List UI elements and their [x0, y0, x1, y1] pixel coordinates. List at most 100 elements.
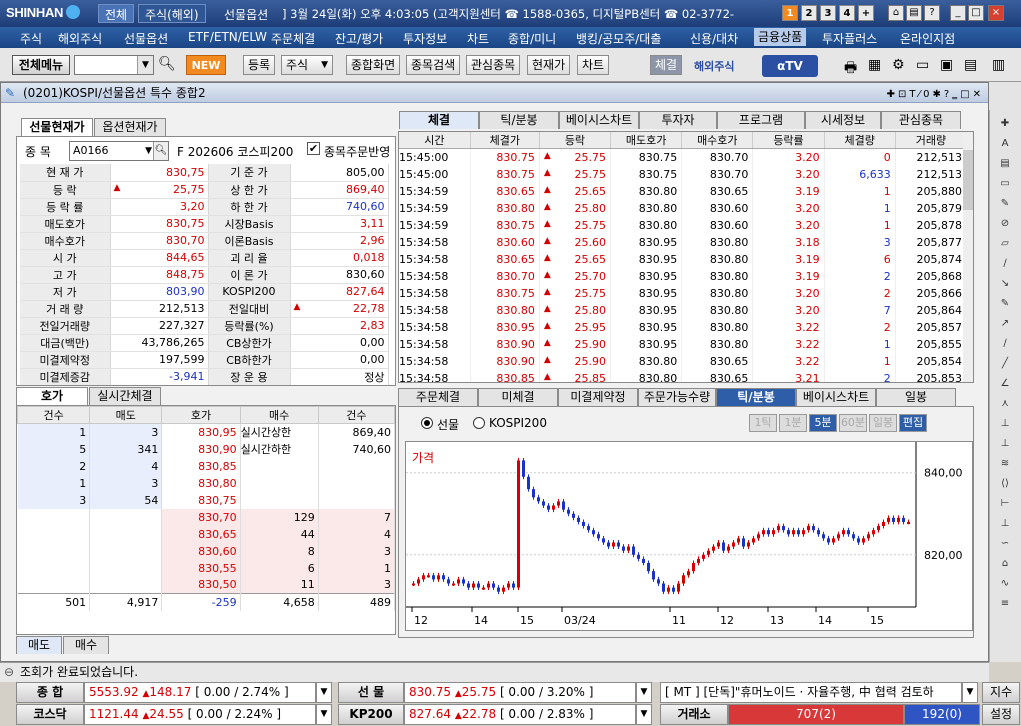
drawing-tool-icon[interactable]: ⋏: [998, 398, 1012, 410]
chart-panel-tab[interactable]: 미결제약정: [558, 388, 638, 406]
period-button[interactable]: 일봉: [869, 414, 897, 432]
scrollbar[interactable]: [963, 132, 973, 382]
drawing-tool-icon[interactable]: ≡: [998, 598, 1012, 610]
menu-etf[interactable]: ETF/ETN/ELW: [188, 30, 267, 44]
trade-tab[interactable]: 시세정보: [805, 111, 881, 129]
title-tab-futures[interactable]: 선물옵션: [224, 6, 268, 23]
chart-button[interactable]: 차트: [577, 55, 610, 75]
tab-futures-price[interactable]: 선물현재가: [21, 118, 93, 136]
dropdown-arrow-icon[interactable]: ▼: [316, 682, 332, 703]
drawing-tool-icon[interactable]: ✎: [998, 198, 1012, 210]
drawing-tool-icon[interactable]: ∕: [998, 258, 1012, 270]
dropdown-arrow-icon[interactable]: ▼: [137, 56, 153, 74]
trade-tab[interactable]: 투자자: [639, 111, 717, 129]
lock-icon[interactable]: ▥: [992, 57, 1005, 73]
window-controls[interactable]: ✚⊡T⁄0✱?‗□✕: [887, 85, 984, 105]
drawing-tool-icon[interactable]: ↘: [998, 278, 1012, 290]
screen-2-button[interactable]: 2: [801, 5, 817, 21]
layout2-icon[interactable]: ▤: [964, 57, 977, 73]
calculator-icon[interactable]: ▦: [868, 57, 881, 73]
screen-number-input[interactable]: ▼: [74, 55, 154, 75]
drawing-tool-icon[interactable]: A: [998, 138, 1012, 150]
chart-panel-tab[interactable]: 베이시스차트: [796, 388, 876, 406]
current-price-button[interactable]: 현재가: [527, 55, 571, 75]
menu-info[interactable]: 투자정보: [403, 30, 447, 47]
title-tab-overseas[interactable]: 주식(해외): [138, 4, 206, 23]
search-icon[interactable]: 🔍︎: [153, 142, 168, 160]
ask-price[interactable]: 830,75: [161, 491, 241, 509]
trade-tab[interactable]: 틱/분봉: [479, 111, 559, 129]
dropdown-arrow-icon[interactable]: ▼: [962, 682, 978, 703]
maximize-icon[interactable]: □: [968, 5, 984, 21]
print-icon[interactable]: ▤: [906, 5, 922, 21]
drawing-tool-icon[interactable]: ⟨⟩: [998, 478, 1012, 490]
stock-select[interactable]: 주식 ▼: [281, 55, 333, 75]
close-icon[interactable]: ×: [988, 5, 1004, 21]
trade-tab[interactable]: 관심종목: [881, 111, 961, 129]
ticker-kosdaq[interactable]: 1121.44 ▲24.55 [ 0.00 / 2.24% ]: [84, 704, 316, 725]
chart-panel-tab[interactable]: 틱/분봉: [716, 388, 796, 406]
trade-tab[interactable]: 프로그램: [717, 111, 805, 129]
stock-search-button[interactable]: 종목검색: [406, 55, 461, 75]
period-button[interactable]: 5분: [809, 414, 837, 432]
drawing-tool-icon[interactable]: ▭: [998, 178, 1012, 190]
settle-button[interactable]: 체결: [650, 55, 683, 75]
gear-icon[interactable]: ⚙: [892, 57, 905, 73]
bid-price[interactable]: 830,50: [161, 576, 241, 594]
period-button[interactable]: 60분: [839, 414, 867, 432]
menu-products[interactable]: 금융상품: [754, 28, 807, 46]
trade-tab[interactable]: 체결: [399, 111, 479, 129]
home-icon[interactable]: ⌂: [888, 5, 904, 21]
radio-futures[interactable]: [421, 417, 433, 429]
menu-online[interactable]: 온라인지점: [900, 30, 955, 47]
title-tab-all[interactable]: 전체: [98, 4, 135, 23]
help-icon[interactable]: ?: [924, 5, 940, 21]
screen-4-button[interactable]: 4: [839, 5, 855, 21]
tab-orderbook[interactable]: 호가: [16, 387, 88, 405]
order-check-checkbox[interactable]: ✔: [307, 142, 320, 155]
menu-overseas[interactable]: 해외주식: [58, 30, 102, 47]
minimize-icon[interactable]: _: [950, 5, 966, 21]
menu-futures[interactable]: 선물옵션: [124, 30, 168, 47]
radio-kospi200[interactable]: [473, 417, 485, 429]
search-icon[interactable]: 🔍︎: [158, 56, 176, 72]
drawing-tool-icon[interactable]: ⊢: [998, 498, 1012, 510]
ask-price[interactable]: 830,95: [161, 423, 241, 441]
menu-chart[interactable]: 차트: [467, 30, 489, 47]
drawing-tool-icon[interactable]: ∕: [998, 338, 1012, 350]
drawing-tool-icon[interactable]: ⊥: [998, 418, 1012, 430]
buy-tab[interactable]: 매수: [63, 636, 109, 654]
menu-credit[interactable]: 신용/대차: [690, 30, 738, 47]
dropdown-arrow-icon[interactable]: ▼: [636, 682, 652, 703]
drawing-tool-icon[interactable]: ∠: [998, 378, 1012, 390]
dropdown-arrow-icon[interactable]: ▼: [636, 704, 652, 725]
drawing-tool-icon[interactable]: ⊥: [998, 438, 1012, 450]
drawing-tool-icon[interactable]: ≋: [998, 458, 1012, 470]
menu-stock[interactable]: 주식: [20, 30, 42, 47]
tv-button[interactable]: ⍺TV: [762, 55, 818, 77]
drawing-tool-icon[interactable]: ↗: [998, 318, 1012, 330]
period-button[interactable]: 1틱: [749, 414, 777, 432]
bid-price[interactable]: 830,70: [161, 508, 241, 526]
news-ticker[interactable]: [ MT ] [단독]"휴머노이드 · 자율주행, 中 협력 검토하: [660, 682, 962, 703]
all-menu-button[interactable]: 전체메뉴: [12, 55, 70, 75]
code-input[interactable]: A0166 ▼ 🔍︎: [69, 141, 169, 161]
menu-banking[interactable]: 뱅킹/공모주/대출: [576, 30, 661, 47]
screen-3-button[interactable]: 3: [820, 5, 836, 21]
dropdown-arrow-icon[interactable]: ▼: [145, 142, 152, 160]
chart-panel-tab[interactable]: 미체결: [478, 388, 558, 406]
menu-plus[interactable]: 투자플러스: [822, 30, 877, 47]
overview-button[interactable]: 종합화면: [346, 55, 401, 75]
drawing-tool-icon[interactable]: ✎: [998, 298, 1012, 310]
ask-price[interactable]: 830,85: [161, 457, 241, 475]
index-button[interactable]: 지수: [982, 682, 1020, 703]
watchlist-button[interactable]: 관심종목: [466, 55, 521, 75]
ticker-kp200[interactable]: 827.64 ▲22.78 [ 0.00 / 2.83% ]: [404, 704, 636, 725]
drawing-tool-icon[interactable]: ✚: [998, 118, 1012, 130]
bid-price[interactable]: 830,65: [161, 525, 241, 543]
printer-icon[interactable]: 🖶︎: [844, 57, 857, 81]
period-button[interactable]: 편집: [899, 414, 927, 432]
settings-button[interactable]: 설정: [982, 704, 1020, 725]
drawing-tool-icon[interactable]: ∿: [998, 578, 1012, 590]
window-icon[interactable]: ▣: [940, 57, 953, 73]
